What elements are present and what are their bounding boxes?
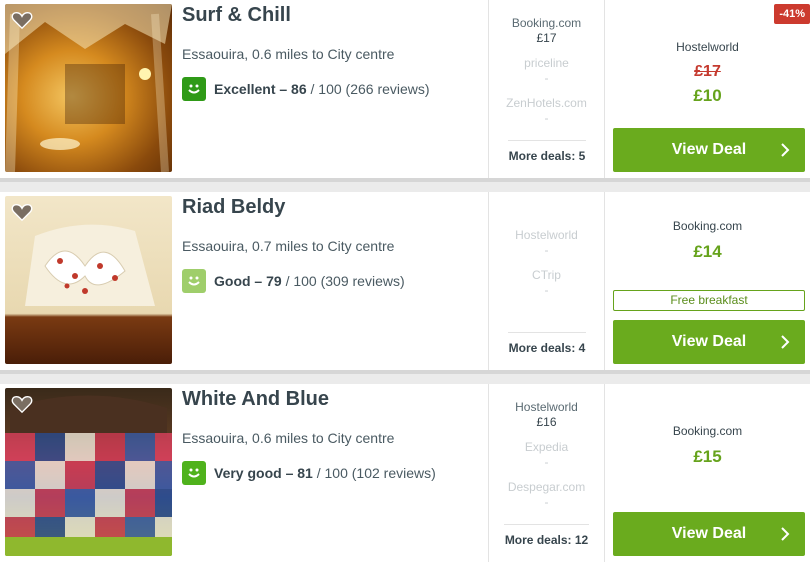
deal-item[interactable]: priceline -: [489, 56, 604, 85]
best-deal: -41% Hostelworld £17 £10 View Deal: [605, 0, 810, 178]
hotel-location: Essaouira, 0.6 miles to City centre: [182, 46, 395, 62]
deal-site: Expedia: [524, 440, 569, 454]
best-deal-provider: Booking.com: [672, 219, 743, 233]
other-deals: Booking.com £17 priceline - ZenHotels.co…: [489, 0, 604, 178]
view-deal-label: View Deal: [671, 525, 747, 542]
deal-site: CTrip: [532, 268, 561, 282]
rating-label: Excellent – 86: [214, 81, 307, 97]
hotel-photo[interactable]: [5, 196, 172, 364]
deal-site: Hostelworld: [515, 400, 578, 414]
deal-item[interactable]: ZenHotels.com -: [489, 96, 604, 125]
best-deal: Booking.com £14 Free breakfast View Deal: [605, 192, 810, 370]
hotel-location: Essaouira, 0.7 miles to City centre: [182, 238, 395, 254]
hotel-card: White And Blue Essaouira, 0.6 miles to C…: [0, 384, 810, 562]
deal-price-main: £14: [693, 242, 722, 261]
hotel-photo[interactable]: [5, 4, 172, 172]
original-price: £17: [694, 63, 721, 80]
rating: Good – 79 / 100 (309 reviews): [182, 269, 405, 293]
hotel-card: Surf & Chill Essaouira, 0.6 miles to Cit…: [0, 0, 810, 178]
heart-icon[interactable]: [11, 10, 33, 30]
hotel-name[interactable]: Surf & Chill: [182, 4, 291, 27]
deal-price: -: [544, 495, 549, 509]
chevron-right-icon: [781, 335, 790, 349]
best-deal-provider: Hostelworld: [676, 40, 739, 54]
deal-price: -: [544, 283, 549, 297]
view-deal-label: View Deal: [671, 333, 747, 350]
deal-price: £16: [536, 415, 557, 429]
heart-icon[interactable]: [11, 394, 33, 414]
chevron-right-icon: [781, 527, 790, 541]
deal-item[interactable]: Despegar.com -: [489, 480, 604, 509]
other-deals: Hostelworld - CTrip - More deals: 4: [489, 192, 604, 370]
view-deal-button[interactable]: View Deal: [613, 320, 805, 364]
hotel-name[interactable]: White And Blue: [182, 388, 329, 411]
hotel-photo[interactable]: [5, 388, 172, 556]
more-deals-link[interactable]: More deals: 12: [504, 524, 589, 547]
deal-site: Booking.com: [511, 16, 582, 30]
deal-price-main: £10: [693, 86, 722, 105]
hotel-location: Essaouira, 0.6 miles to City centre: [182, 430, 395, 446]
deal-price-main: £15: [693, 447, 722, 466]
smiley-icon: [182, 77, 206, 101]
other-deals: Hostelworld £16 Expedia - Despegar.com -…: [489, 384, 604, 562]
deal-item[interactable]: Booking.com £17: [489, 16, 604, 45]
rating-label: Good – 79: [214, 273, 282, 289]
more-deals-link[interactable]: More deals: 4: [508, 332, 586, 355]
more-deals-link[interactable]: More deals: 5: [508, 140, 586, 163]
chevron-right-icon: [781, 143, 790, 157]
discount-badge: -41%: [774, 4, 810, 24]
smiley-icon: [182, 269, 206, 293]
deal-site: Hostelworld: [515, 228, 578, 242]
hotel-card: Riad Beldy Essaouira, 0.7 miles to City …: [0, 192, 810, 370]
deal-price: £17: [536, 31, 557, 45]
card-separator: [0, 178, 810, 182]
deal-site: Despegar.com: [507, 480, 586, 494]
deal-site: ZenHotels.com: [506, 96, 587, 110]
smiley-icon: [182, 461, 206, 485]
best-deal-provider: Booking.com: [672, 424, 743, 438]
deal-price: -: [544, 71, 549, 85]
rating-details: / 100 (102 reviews): [312, 465, 436, 481]
best-deal: Booking.com £15 View Deal: [605, 384, 810, 562]
deal-item[interactable]: CTrip -: [489, 268, 604, 297]
rating: Excellent – 86 / 100 (266 reviews): [182, 77, 430, 101]
rating: Very good – 81 / 100 (102 reviews): [182, 461, 436, 485]
deal-price: -: [544, 111, 549, 125]
deal-site: priceline: [524, 56, 569, 70]
deal-item[interactable]: Hostelworld -: [489, 228, 604, 257]
deal-price: -: [544, 243, 549, 257]
deal-price: -: [544, 455, 549, 469]
hotel-name[interactable]: Riad Beldy: [182, 196, 285, 219]
free-breakfast-badge: Free breakfast: [613, 290, 805, 311]
deal-item[interactable]: Expedia -: [489, 440, 604, 469]
rating-details: / 100 (266 reviews): [306, 81, 430, 97]
view-deal-button[interactable]: View Deal: [613, 512, 805, 556]
heart-icon[interactable]: [11, 202, 33, 222]
card-separator: [0, 370, 810, 374]
rating-label: Very good – 81: [214, 465, 313, 481]
rating-details: / 100 (309 reviews): [281, 273, 405, 289]
view-deal-label: View Deal: [671, 141, 747, 158]
view-deal-button[interactable]: View Deal: [613, 128, 805, 172]
deal-item[interactable]: Hostelworld £16: [489, 400, 604, 429]
